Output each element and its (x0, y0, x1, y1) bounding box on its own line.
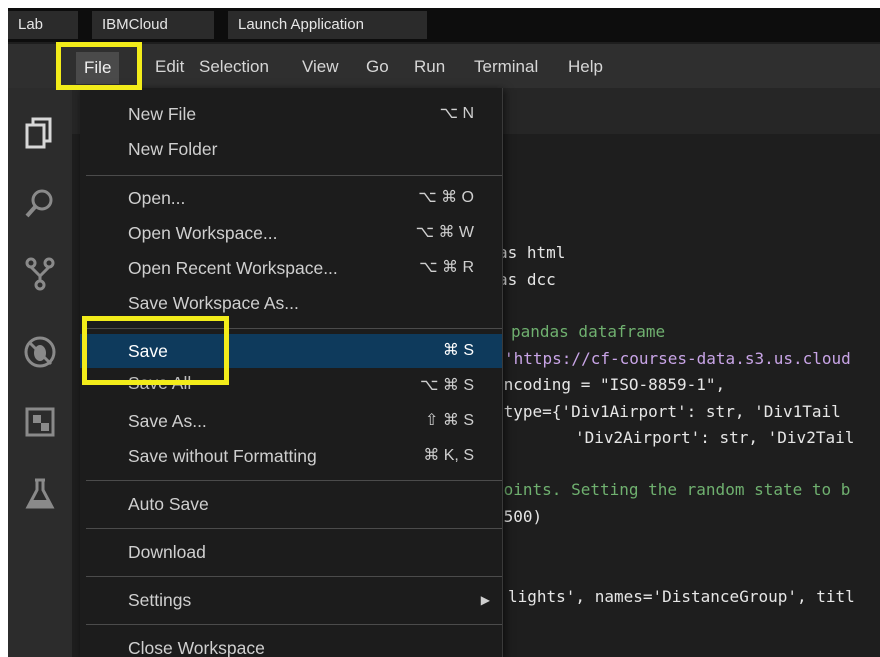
code-line: 'Div2Airport': str, 'Div2Tail (575, 428, 855, 447)
save-highlight-box (82, 316, 229, 385)
submenu-arrow-icon: ▶ (480, 593, 490, 607)
code-line: dtype={'Div1Airport': str, 'Div1Tail (494, 402, 841, 421)
menu-item-label: New Folder (128, 139, 218, 159)
menu-view[interactable]: View (302, 56, 339, 78)
menu-item-label: Open Recent Workspace... (128, 258, 338, 278)
lab-flask-icon[interactable] (22, 476, 58, 512)
shortcut-text: ⌥ ⌘ R (419, 259, 474, 276)
menu-item-label: Settings (128, 590, 192, 610)
code-line: encoding = "ISO-8859-1", (494, 375, 726, 394)
shortcut-text: ⌥ N (439, 105, 474, 122)
extensions-icon[interactable] (22, 404, 58, 440)
app-window: Lab IBMCloud Launch Application File Edi… (8, 8, 880, 657)
menu-item-label: Save Workspace As... (128, 293, 299, 313)
shortcut-text: ⇧ ⌘ S (425, 412, 474, 429)
source-control-icon[interactable] (22, 256, 58, 292)
tab-label: Launch Application (238, 16, 364, 33)
tab-label: IBMCloud (102, 16, 168, 33)
menu-item-close-workspace[interactable]: Close Workspace (80, 631, 502, 657)
menu-item-label: Save As... (128, 411, 207, 431)
code-line: lights', names='DistanceGroup', titl (508, 587, 855, 606)
menu-separator (86, 576, 502, 577)
menu-item-save-workspace-as[interactable]: Save Workspace As... (80, 286, 502, 320)
file-menu-highlight-box (56, 42, 142, 90)
code-comment: points. Setting the random state to b (494, 480, 851, 499)
shortcut-text: ⌥ ⌘ W (415, 224, 474, 241)
menu-item-auto-save[interactable]: Auto Save (80, 487, 502, 521)
menu-item-label: Close Workspace (128, 638, 265, 657)
code-line: as dcc (498, 270, 556, 289)
menu-item-settings[interactable]: Settings ▶ (80, 583, 502, 617)
tab-ibmcloud[interactable]: IBMCloud (92, 11, 214, 39)
menu-terminal[interactable]: Terminal (474, 56, 538, 78)
shortcut-text: ⌥ ⌘ O (418, 189, 474, 206)
menu-run[interactable]: Run (414, 56, 445, 78)
menu-item-new-file[interactable]: New File ⌥ N (80, 97, 502, 131)
menu-selection[interactable]: Selection (199, 56, 269, 78)
menu-item-new-folder[interactable]: New Folder (80, 132, 502, 166)
menu-item-label: New File (128, 104, 197, 124)
search-icon[interactable] (22, 186, 58, 222)
code-comment: pandas dataframe (511, 322, 666, 341)
tab-label: Lab (18, 16, 44, 33)
shortcut-text: ⌘ S (442, 342, 474, 359)
tab-launch-application[interactable]: Launch Application (228, 11, 427, 39)
menu-help[interactable]: Help (568, 56, 603, 78)
menu-item-label: Auto Save (128, 494, 209, 514)
menu-separator (86, 624, 502, 625)
menu-edit[interactable]: Edit (155, 56, 184, 78)
menu-item-open-workspace[interactable]: Open Workspace... ⌥ ⌘ W (80, 216, 502, 250)
menu-item-download[interactable]: Download (80, 535, 502, 569)
menu-separator (86, 175, 502, 176)
menu-item-label: Open... (128, 188, 186, 208)
menu-item-label: Download (128, 542, 206, 562)
shortcut-text: ⌥ ⌘ S (420, 377, 474, 394)
debug-icon[interactable] (22, 334, 58, 370)
explorer-icon[interactable] (22, 114, 58, 150)
menu-separator (86, 480, 502, 481)
tab-lab[interactable]: Lab (8, 11, 78, 39)
menu-item-label: Open Workspace... (128, 223, 278, 243)
menu-go[interactable]: Go (366, 56, 389, 78)
browser-tab-strip: Lab IBMCloud Launch Application (8, 8, 880, 42)
menu-separator (86, 528, 502, 529)
menu-item-save-without-formatting[interactable]: Save without Formatting ⌘ K, S (80, 439, 502, 473)
menu-item-open-recent-workspace[interactable]: Open Recent Workspace... ⌥ ⌘ R (80, 251, 502, 285)
menu-item-open[interactable]: Open... ⌥ ⌘ O (80, 181, 502, 215)
menu-item-label: Save without Formatting (128, 446, 317, 466)
shortcut-text: ⌘ K, S (423, 447, 474, 464)
activity-bar (8, 88, 72, 657)
code-line: 'https://cf-courses-data.s3.us.cloud (504, 349, 851, 368)
menu-item-save-as[interactable]: Save As... ⇧ ⌘ S (80, 404, 502, 438)
code-line: as html (498, 243, 566, 262)
